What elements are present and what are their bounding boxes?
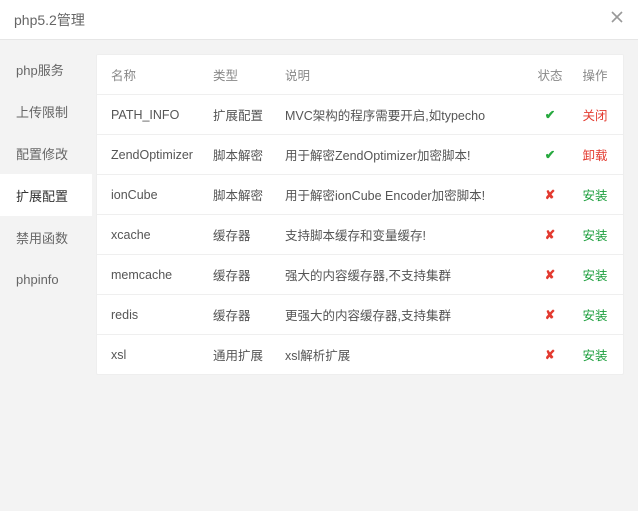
window-title: php5.2管理 [14, 10, 85, 30]
table-row: ionCube脚本解密用于解密ionCube Encoder加密脚本! ✘ 安装 [97, 175, 623, 215]
action-install[interactable]: 安装 [582, 349, 607, 363]
cell-desc: 用于解密ionCube Encoder加密脚本! [277, 175, 527, 215]
cell-type: 缓存器 [205, 215, 277, 255]
x-icon: ✘ [545, 228, 555, 242]
table-row: PATH_INFO扩展配置MVC架构的程序需要开启,如typecho ✔ 关闭 [97, 95, 623, 135]
col-type: 类型 [205, 55, 277, 95]
cell-desc: 强大的内容缓存器,不支持集群 [277, 255, 527, 295]
cell-type: 脚本解密 [205, 135, 277, 175]
table-row: redis缓存器更强大的内容缓存器,支持集群 ✘ 安装 [97, 295, 623, 335]
sidebar-item-disable-functions[interactable]: 禁用函数 [0, 216, 92, 258]
cell-desc: 更强大的内容缓存器,支持集群 [277, 295, 527, 335]
sidebar: php服务 上传限制 配置修改 扩展配置 禁用函数 phpinfo [0, 40, 92, 511]
extensions-panel: 名称 类型 说明 状态 操作 PATH_INFO扩展配置MVC架构的程序需要开启… [96, 54, 624, 375]
cell-type: 脚本解密 [205, 175, 277, 215]
titlebar: php5.2管理 [0, 0, 638, 40]
action-install[interactable]: 安装 [582, 269, 607, 283]
check-icon: ✔ [545, 108, 555, 122]
sidebar-item-upload-limit[interactable]: 上传限制 [0, 90, 92, 132]
col-desc: 说明 [277, 55, 527, 95]
cell-name: ZendOptimizer [97, 135, 205, 175]
table-header-row: 名称 类型 说明 状态 操作 [97, 55, 623, 95]
cell-desc: 用于解密ZendOptimizer加密脚本! [277, 135, 527, 175]
action-install[interactable]: 安装 [582, 229, 607, 243]
close-icon[interactable] [606, 6, 628, 28]
table-row: xsl通用扩展xsl解析扩展 ✘ 安装 [97, 335, 623, 375]
action-install[interactable]: 安装 [582, 309, 607, 323]
x-icon: ✘ [545, 188, 555, 202]
action-install[interactable]: 安装 [582, 189, 607, 203]
cell-desc: MVC架构的程序需要开启,如typecho [277, 95, 527, 135]
sidebar-item-php-service[interactable]: php服务 [0, 48, 92, 90]
cell-type: 通用扩展 [205, 335, 277, 375]
action-close[interactable]: 关闭 [582, 109, 607, 123]
cell-type: 扩展配置 [205, 95, 277, 135]
cell-name: xcache [97, 215, 205, 255]
extensions-table: 名称 类型 说明 状态 操作 PATH_INFO扩展配置MVC架构的程序需要开启… [97, 55, 623, 374]
cell-desc: xsl解析扩展 [277, 335, 527, 375]
cell-type: 缓存器 [205, 295, 277, 335]
sidebar-item-extension-config[interactable]: 扩展配置 [0, 174, 92, 216]
sidebar-item-config-edit[interactable]: 配置修改 [0, 132, 92, 174]
x-icon: ✘ [545, 348, 555, 362]
cell-name: PATH_INFO [97, 95, 205, 135]
action-uninstall[interactable]: 卸载 [582, 149, 607, 163]
x-icon: ✘ [545, 308, 555, 322]
table-row: ZendOptimizer脚本解密用于解密ZendOptimizer加密脚本! ✔… [97, 135, 623, 175]
x-icon: ✘ [545, 268, 555, 282]
cell-desc: 支持脚本缓存和变量缓存! [277, 215, 527, 255]
cell-name: xsl [97, 335, 205, 375]
col-name: 名称 [97, 55, 205, 95]
cell-name: memcache [97, 255, 205, 295]
col-action: 操作 [573, 55, 623, 95]
cell-name: redis [97, 295, 205, 335]
cell-name: ionCube [97, 175, 205, 215]
col-status: 状态 [527, 55, 573, 95]
table-row: xcache缓存器支持脚本缓存和变量缓存! ✘ 安装 [97, 215, 623, 255]
check-icon: ✔ [545, 148, 555, 162]
table-row: memcache缓存器强大的内容缓存器,不支持集群 ✘ 安装 [97, 255, 623, 295]
cell-type: 缓存器 [205, 255, 277, 295]
sidebar-item-phpinfo[interactable]: phpinfo [0, 258, 92, 300]
